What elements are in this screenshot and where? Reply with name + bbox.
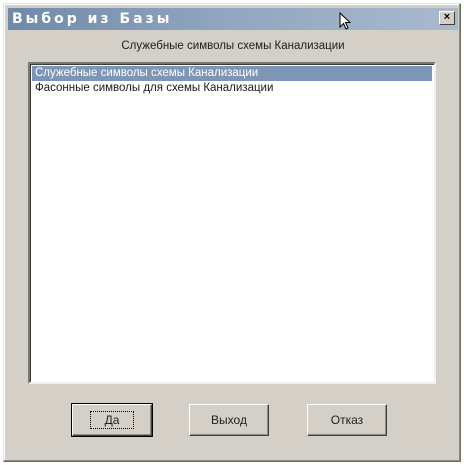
arrow-cursor-icon <box>339 12 352 30</box>
close-button[interactable]: × <box>439 11 455 25</box>
ok-button[interactable]: Да <box>71 403 153 437</box>
symbol-listbox[interactable]: Служебные символы схемы Канализации Фасо… <box>28 62 436 384</box>
cancel-button-label: Отказ <box>330 413 364 427</box>
close-icon: × <box>443 11 451 23</box>
cancel-button[interactable]: Отказ <box>307 404 387 436</box>
ok-button-label: Да <box>89 411 135 429</box>
list-item[interactable]: Служебные символы схемы Канализации <box>32 66 432 81</box>
window-title: Выбор из Базы <box>12 11 173 27</box>
exit-button-label: Выход <box>211 413 247 427</box>
title-bar[interactable]: Выбор из Базы × <box>8 8 458 30</box>
list-item[interactable]: Фасонные символы для схемы Канализации <box>32 81 432 96</box>
exit-button[interactable]: Выход <box>189 404 269 436</box>
list-caption: Служебные символы схемы Канализации <box>121 40 345 52</box>
dialog-window: Выбор из Базы × Служебные символы схемы … <box>3 3 461 462</box>
